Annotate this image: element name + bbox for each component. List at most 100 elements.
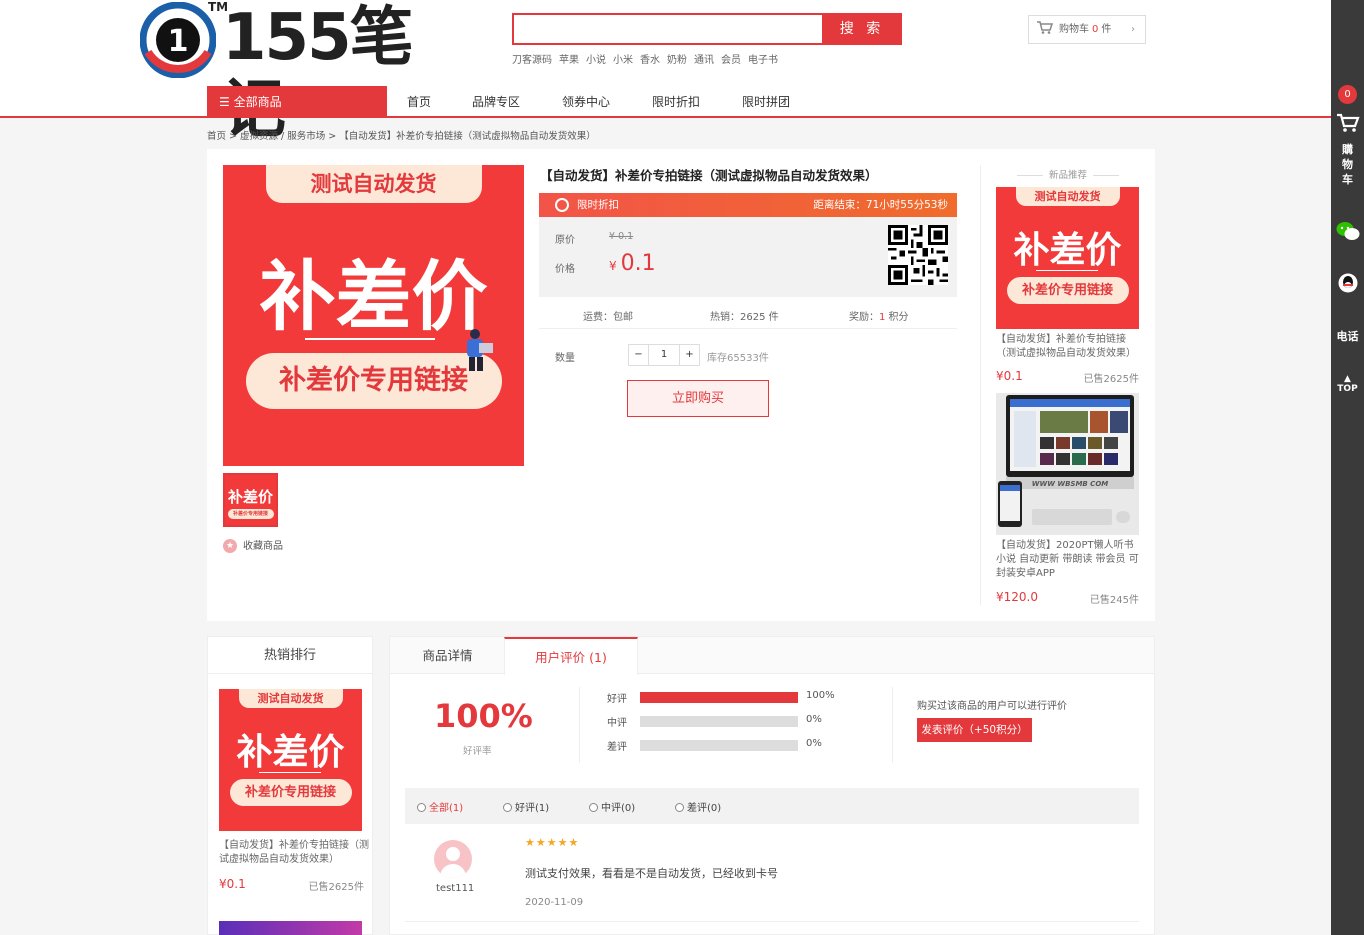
logo-text: 155笔记	[222, 1, 414, 146]
filter-all[interactable]: 全部(1)	[417, 799, 463, 814]
hot-sales-unit: 件	[765, 312, 779, 323]
sidebar-phone[interactable]: 电话	[1331, 328, 1364, 344]
shipping-info: 运费：包邮	[583, 312, 633, 323]
wechat-icon[interactable]	[1336, 220, 1360, 242]
breadcrumb[interactable]: 首页 > 虚拟资源 / 服务市场 > 【自动发货】补差价专拍链接（测试虚拟物品自…	[207, 128, 596, 142]
art-divider	[1036, 270, 1098, 271]
filter-all-label: 全部(1)	[429, 803, 464, 814]
hot-rank-item-sold: 已售2625件	[308, 882, 364, 893]
hot-sales-label: 热销：	[710, 312, 740, 323]
art-big-text: 补差价	[1013, 230, 1122, 271]
hot-word-link[interactable]: 会员	[721, 55, 741, 66]
star-icon: ★	[223, 539, 237, 553]
clock-icon	[555, 198, 569, 212]
review-username: test111	[436, 883, 475, 894]
flash-sale-bar: 限时折扣 距离结束：71小时55分53秒	[539, 193, 957, 217]
filter-neutral-label: 中评(0)	[601, 803, 636, 814]
radio-icon	[589, 803, 598, 812]
qr-code-icon[interactable]	[888, 225, 948, 285]
search-input[interactable]	[514, 15, 820, 43]
product-thumbnail[interactable]: 补差价 补差价专用链接	[223, 473, 278, 527]
tab-reviews[interactable]: 用户评价 (1)	[504, 637, 638, 675]
filter-neutral[interactable]: 中评(0)	[589, 799, 635, 814]
qq-icon[interactable]	[1338, 272, 1358, 294]
hot-word-link[interactable]: 通讯	[694, 55, 714, 66]
good-rate-value: 100%	[434, 697, 533, 735]
favorite-button[interactable]: ★ 收藏商品	[223, 539, 283, 555]
stock-info: 库存65533件	[707, 353, 769, 364]
good-rate-label: 好评率	[463, 746, 492, 757]
nav-item-flash-sale[interactable]: 限时折扣	[652, 86, 700, 118]
tab-details[interactable]: 商品详情	[390, 637, 505, 674]
sidebar-cart-char: 物	[1342, 158, 1353, 171]
hot-word-link[interactable]: 电子书	[748, 55, 778, 66]
monitor-screenshot-icon: WWW WBSMB COM	[996, 393, 1139, 535]
current-price: ¥0.1	[609, 251, 656, 276]
svg-text:1: 1	[168, 24, 189, 59]
recommend-item-image[interactable]: WWW WBSMB COM	[996, 393, 1139, 535]
recommend-item-sold: 已售2625件	[1083, 374, 1139, 385]
buy-now-button[interactable]: 立即购买	[627, 380, 769, 417]
hot-word-link[interactable]: 小米	[613, 55, 633, 66]
hot-rank-item-name[interactable]: 【自动发货】补差价专拍链接（测试虚拟物品自动发货效果）	[219, 839, 369, 867]
nav-item-home[interactable]: 首页	[407, 86, 431, 118]
recommend-item-name[interactable]: 【自动发货】补差价专拍链接（测试虚拟物品自动发货效果）	[996, 333, 1142, 361]
all-categories-menu[interactable]: ☰ 全部商品	[207, 86, 387, 118]
right-sidebar: 0 購 物 车 电话 ▲ TOP	[1331, 0, 1364, 935]
rating-bar-track	[640, 716, 798, 727]
logo-mark-icon: 1	[140, 2, 216, 78]
favorite-label: 收藏商品	[243, 541, 283, 552]
hot-word-link[interactable]: 刀客源码	[512, 55, 552, 66]
nav-item-group-buy[interactable]: 限时拼团	[742, 86, 790, 118]
nav-item-coupons[interactable]: 领券中心	[562, 86, 610, 118]
art-pill-text: 补差价专用链接	[227, 509, 274, 519]
quantity-decrease-button[interactable]: −	[629, 345, 649, 365]
art-banner-text: 测试自动发货	[1015, 187, 1120, 206]
screen-watermark-text: WWW WBSMB COM	[1032, 480, 1109, 488]
cart-icon	[1037, 21, 1054, 34]
review-stars: ★★★★★	[525, 836, 580, 849]
recommend-item-image[interactable]: 测试自动发货 补差价 补差价专用链接	[996, 187, 1139, 329]
hot-word-link[interactable]: 奶粉	[667, 55, 687, 66]
recommend-divider	[980, 165, 981, 605]
recommend-item-price: ¥0.1	[996, 369, 1023, 383]
hot-rank-panel: 热销排行 测试自动发货 补差价 补差价专用链接 【自动发货】补差价专拍链接（测试…	[207, 636, 373, 935]
nav-item-brands[interactable]: 品牌专区	[472, 86, 520, 118]
search-button[interactable]: 搜 索	[822, 13, 902, 45]
filter-good-label: 好评(1)	[515, 803, 550, 814]
recommend-item-price: ¥120.0	[996, 590, 1038, 604]
main-nav: ☰ 全部商品 首页 品牌专区 领券中心 限时折扣 限时拼团	[0, 86, 1331, 118]
header: 1 TM 155笔记 搜 索 刀客源码苹果小说小米香水奶粉通讯会员电子书 购物车…	[0, 0, 1331, 146]
rating-bar-percent: 0%	[806, 738, 822, 749]
header-cart-button[interactable]: 购物车 0 件 ›	[1028, 15, 1146, 44]
filter-bad[interactable]: 差评(0)	[675, 799, 721, 814]
hot-word-link[interactable]: 香水	[640, 55, 660, 66]
hot-word-link[interactable]: 苹果	[559, 55, 579, 66]
back-to-top-label: TOP	[1337, 384, 1358, 394]
cart-icon[interactable]	[1336, 113, 1360, 133]
back-to-top-button[interactable]: ▲ TOP	[1331, 374, 1364, 394]
hot-rank-item-image[interactable]	[219, 921, 362, 935]
quantity-increase-button[interactable]: +	[679, 345, 699, 365]
recommend-item-name[interactable]: 【自动发货】2020PT懒人听书小说 自动更新 带朗读 带会员 可封装安卓APP	[996, 539, 1142, 581]
site-logo[interactable]: 1 TM 155笔记	[140, 0, 460, 146]
reward-info: 奖励：1 积分	[849, 308, 909, 323]
hot-rank-item-image[interactable]: 测试自动发货 补差价 补差价专用链接	[219, 689, 362, 831]
reward-label: 奖励：	[849, 312, 879, 323]
filter-good[interactable]: 好评(1)	[503, 799, 549, 814]
rating-bar-label: 差评	[607, 742, 627, 753]
art-pill-text: 补差价专用链接	[229, 779, 352, 806]
detail-tabs: 商品详情 用户评价 (1)	[390, 637, 1154, 675]
sidebar-cart-label[interactable]: 購 物 车	[1331, 142, 1364, 187]
hot-rank-title: 热销排行	[208, 637, 372, 674]
review-filter-bar: 全部(1) 好评(1) 中评(0) 差评(0)	[405, 788, 1139, 824]
hot-rank-item-price: ¥0.1	[219, 877, 246, 891]
quantity-input[interactable]: 1	[649, 345, 679, 365]
product-title: 【自动发货】补差价专拍链接（测试虚拟物品自动发货效果）	[540, 168, 878, 183]
cart-label: 购物车	[1059, 24, 1089, 35]
art-big-text: 补差价	[227, 488, 273, 506]
write-review-button[interactable]: 发表评价（+50积分）	[917, 718, 1032, 742]
hot-word-link[interactable]: 小说	[586, 55, 606, 66]
art-divider	[305, 338, 435, 340]
product-main-image[interactable]: 测试自动发货 补差价 补差价专用链接	[223, 165, 524, 466]
